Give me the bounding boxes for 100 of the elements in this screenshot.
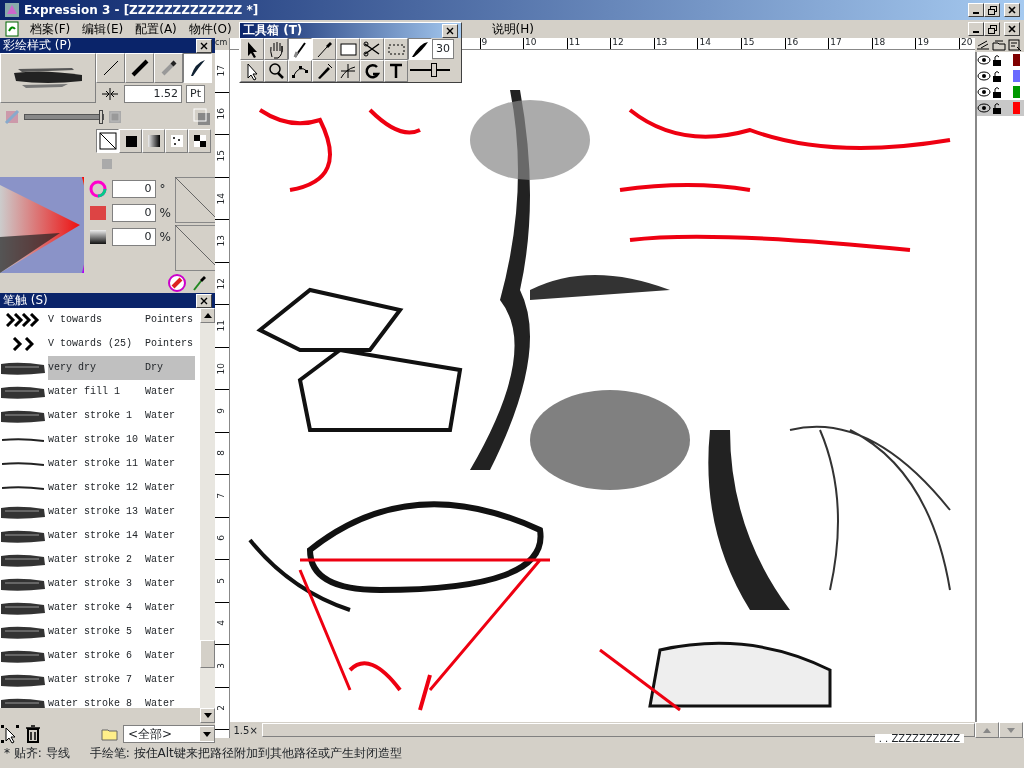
ruler-tick-label: 10 (217, 362, 227, 374)
ruler-tick-label: 14 (217, 192, 227, 204)
stroke-list-item[interactable]: water stroke 12 Water (0, 476, 200, 500)
close-button[interactable] (442, 23, 458, 38)
brush-stroke-icon (1, 409, 45, 423)
color-mixer-icon[interactable] (167, 273, 187, 293)
stroke-list-item[interactable]: water stroke 1 Water (0, 404, 200, 428)
stroke-list-item[interactable]: water stroke 13 Water (0, 500, 200, 524)
saturation-field[interactable]: 0 (111, 203, 156, 223)
brush-stroke-icon (1, 673, 45, 687)
stroke-list-item[interactable]: water stroke 10 Water (0, 428, 200, 452)
ruler-tick-label: 7 (217, 492, 227, 499)
stroke-list-item[interactable]: water stroke 4 Water (0, 596, 200, 620)
ruler-tick-label: 10 (525, 38, 537, 49)
restore-button[interactable] (984, 22, 1000, 36)
width-field[interactable]: 1.52 (124, 84, 182, 104)
stroke-list-item[interactable]: water stroke 6 Water (0, 644, 200, 668)
ruler-unit: cm (215, 38, 228, 49)
brush-stroke-icon (1, 625, 45, 639)
category-dropdown[interactable]: <全部> (123, 725, 215, 743)
stroke-list-item[interactable]: water stroke 3 Water (0, 572, 200, 596)
tool-button[interactable] (288, 38, 312, 60)
snap-status: * 贴齐: 导线 (3, 745, 71, 762)
menu-item[interactable]: 配置(A) (129, 20, 183, 38)
layer-options-icon[interactable] (1007, 38, 1023, 52)
minimize-button[interactable] (968, 22, 984, 36)
chevrons-icon (6, 313, 40, 327)
close-icon (1008, 6, 1016, 14)
stroke-list-item[interactable]: water stroke 8 Water (0, 692, 200, 708)
brush-stroke-icon (1, 601, 45, 615)
chevrons-icon (12, 337, 34, 351)
eye-icon[interactable] (977, 102, 991, 114)
stroke-list-item[interactable]: water stroke 14 Water (0, 524, 200, 548)
app-icon (4, 2, 20, 18)
lightness-field[interactable]: 0 (111, 227, 156, 247)
menu-item[interactable]: 说明(H) (485, 20, 540, 38)
close-button[interactable] (1004, 3, 1020, 17)
zoom-icon (266, 61, 286, 81)
color-swatches-drawing[interactable] (174, 177, 215, 271)
document-name: . . ZZZZZZZZZZ (874, 733, 964, 743)
brush-stroke-icon (410, 39, 430, 59)
lightness-unit: % (159, 229, 171, 246)
color-picker-drawing[interactable] (0, 177, 84, 273)
hue-field[interactable]: 0 (111, 179, 156, 199)
lock-icon[interactable] (991, 70, 1003, 82)
panel-title: 笔触 (S) (3, 293, 48, 308)
stroke-list-item[interactable]: V towards Pointers (0, 308, 200, 332)
ruler-tick-label: 16 (217, 107, 227, 119)
layer-row[interactable] (977, 100, 1024, 116)
stroke-list-item[interactable]: water stroke 7 Water (0, 668, 200, 692)
brush-stroke-icon (1, 505, 45, 519)
lock-icon[interactable] (991, 54, 1003, 66)
lightness-icon (87, 227, 108, 247)
restore-button[interactable] (984, 3, 1000, 17)
eye-icon[interactable] (977, 86, 991, 98)
menu-item[interactable]: 物件(O) (182, 20, 238, 38)
eyedropper-icon[interactable] (191, 273, 207, 293)
stroke-list-item[interactable]: water stroke 2 Water (0, 548, 200, 572)
close-button[interactable] (196, 293, 212, 308)
unit-field[interactable]: Pt (186, 84, 205, 104)
panel-title: 彩绘样式 (P) (3, 38, 72, 53)
stroke-list-item[interactable]: V towards (25) Pointers (0, 332, 200, 356)
zoom-level: 1.5× (232, 725, 259, 735)
brush-stroke-icon (1, 385, 45, 399)
ruler-tick-label: 14 (699, 38, 711, 49)
lock-icon[interactable] (991, 102, 1003, 114)
menu-item[interactable]: 档案(F) (24, 20, 77, 38)
minimize-button[interactable] (968, 3, 984, 17)
new-layer-icon[interactable] (975, 38, 991, 52)
down-arrow-icon (203, 713, 212, 718)
stroke-type-button[interactable] (183, 53, 212, 83)
brush-stroke-icon (1, 553, 45, 567)
scroll-thumb[interactable] (200, 640, 215, 668)
stroke-list-item[interactable]: water stroke 11 Water (0, 452, 200, 476)
close-button[interactable] (196, 38, 212, 53)
ruler-tick-label: 4 (217, 620, 227, 627)
ruler-tick-label: 5 (217, 577, 227, 584)
stroke-list-item[interactable]: very dry Dry (0, 356, 200, 380)
eye-icon[interactable] (977, 70, 991, 82)
add-node-icon (338, 61, 358, 81)
ruler-tick-label: 3 (217, 662, 227, 669)
menu-item[interactable]: 编辑(E) (76, 20, 130, 38)
brush-stroke-button[interactable] (408, 38, 432, 60)
close-button[interactable] (1004, 22, 1020, 36)
layer-folder-icon[interactable] (991, 38, 1007, 52)
fill-type-button[interactable] (96, 129, 119, 153)
scroll-down-button[interactable] (200, 708, 215, 723)
up-arrow-icon (203, 313, 212, 318)
trash-icon[interactable] (24, 724, 42, 744)
scroll-up-button[interactable] (200, 308, 215, 323)
line-stroke-icon (2, 438, 44, 442)
stroke-list-item[interactable]: water stroke 5 Water (0, 620, 200, 644)
transparency-icon (4, 109, 20, 125)
brush-size-field[interactable]: 30 (432, 39, 454, 59)
select-icon[interactable] (0, 724, 20, 744)
eye-icon[interactable] (977, 54, 991, 66)
ruler-tick-label: 19 (917, 38, 929, 49)
stroke-list-item[interactable]: water fill 1 Water (0, 380, 200, 404)
saturation-icon (87, 203, 108, 223)
lock-icon[interactable] (991, 86, 1003, 98)
